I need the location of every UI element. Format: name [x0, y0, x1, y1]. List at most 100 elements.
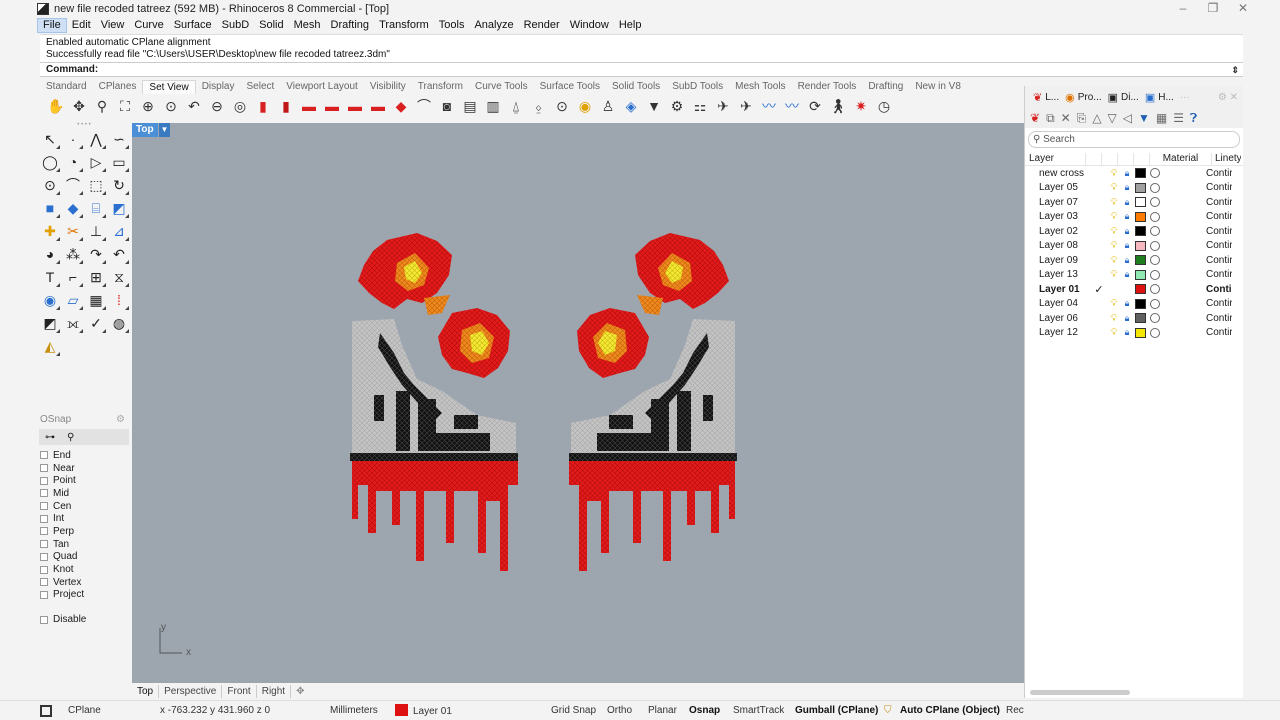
- zoom-target-icon[interactable]: ◎: [230, 96, 250, 116]
- toolbar-tab-viewport-layout[interactable]: Viewport Layout: [280, 80, 364, 94]
- lock-icon[interactable]: 🔒︎: [1121, 211, 1133, 222]
- column-linetype[interactable]: Linety: [1211, 153, 1241, 165]
- split-icon[interactable]: ⊥: [85, 220, 107, 242]
- layer-name[interactable]: Layer 04: [1025, 298, 1091, 309]
- menu-surface[interactable]: Surface: [169, 18, 217, 33]
- layer-row[interactable]: Layer 02 💡︎ 🔒︎ Contir: [1025, 224, 1243, 239]
- layer-row[interactable]: Layer 01✓ Contir: [1025, 282, 1243, 297]
- layer-linetype[interactable]: Contir: [1206, 226, 1232, 237]
- status-ortho[interactable]: Ortho: [607, 704, 632, 718]
- status-auto-cplane[interactable]: Auto CPlane (Object): [900, 704, 1000, 718]
- mirror-icon[interactable]: ⧖: [108, 266, 130, 288]
- toolbar-tab-curve-tools[interactable]: Curve Tools: [469, 80, 534, 94]
- box-solid-icon[interactable]: ■: [39, 197, 61, 219]
- polyline-icon[interactable]: ⋀: [85, 128, 107, 150]
- right-car-icon[interactable]: ▬: [322, 96, 342, 116]
- bottom-car-icon[interactable]: ▬: [368, 96, 388, 116]
- zoom-out-icon[interactable]: ⊖: [207, 96, 227, 116]
- checkbox[interactable]: [40, 464, 48, 473]
- curve-icon[interactable]: ∽: [108, 128, 130, 150]
- undo-view-icon[interactable]: ↶: [184, 96, 204, 116]
- render-icon[interactable]: ◍: [108, 312, 130, 334]
- layer-linetype[interactable]: Contir: [1206, 327, 1232, 338]
- layer-linetype[interactable]: Contir: [1206, 298, 1232, 309]
- toolbar-tab-set-view[interactable]: Set View: [142, 80, 196, 94]
- select-icon[interactable]: ↖: [39, 128, 61, 150]
- zoom-window-icon[interactable]: ⊕: [138, 96, 158, 116]
- filter-icon[interactable]: ▼: [1138, 111, 1150, 125]
- grid-capture-icon[interactable]: ⚏: [690, 96, 710, 116]
- add-viewport-icon[interactable]: ✥: [291, 685, 309, 698]
- extrude-icon[interactable]: ◩: [108, 197, 130, 219]
- viewport-tab-perspective[interactable]: Perspective: [159, 685, 223, 698]
- layer-row[interactable]: Layer 08 💡︎ 🔒︎ Contir: [1025, 239, 1243, 254]
- status-grid-snap[interactable]: Grid Snap: [551, 704, 596, 718]
- jet-icon[interactable]: ✈: [736, 96, 756, 116]
- material-circle-icon[interactable]: [1150, 298, 1160, 309]
- command-line[interactable]: Command: ⇕: [40, 62, 1243, 77]
- help-circle-icon[interactable]: ❓︎: [1190, 111, 1197, 126]
- toolbar-tab-standard[interactable]: Standard: [40, 80, 93, 94]
- panel-toggle-icon[interactable]: [40, 705, 52, 717]
- layer-linetype[interactable]: Contir: [1206, 168, 1232, 179]
- move-up-icon[interactable]: △: [1092, 111, 1101, 125]
- grid-plane-icon[interactable]: ⏥: [62, 289, 84, 311]
- status-record[interactable]: Rec: [1006, 704, 1024, 718]
- osnap-cen[interactable]: Cen: [37, 500, 131, 513]
- clock-icon[interactable]: ◷: [874, 96, 894, 116]
- lock-icon[interactable]: 🔒︎: [1121, 327, 1133, 338]
- menu-tools[interactable]: Tools: [434, 18, 470, 33]
- spiral-icon[interactable]: ↻: [108, 174, 130, 196]
- command-history-toggle-icon[interactable]: ⇕: [1231, 64, 1239, 77]
- layer-color-swatch[interactable]: [1135, 269, 1146, 280]
- menu-render[interactable]: Render: [519, 18, 565, 33]
- toolbar-tab-display[interactable]: Display: [196, 80, 241, 94]
- lock-icon[interactable]: 🔒︎: [1121, 313, 1133, 324]
- menu-drafting[interactable]: Drafting: [326, 18, 375, 33]
- lock-icon[interactable]: 🔒︎: [1121, 298, 1133, 309]
- lightbulb-icon[interactable]: 💡︎: [1107, 255, 1121, 266]
- layer-color-swatch[interactable]: [1135, 298, 1146, 309]
- toolbar-tab-visibility[interactable]: Visibility: [364, 80, 412, 94]
- layer-color-swatch[interactable]: [1135, 182, 1146, 193]
- lightbulb-icon[interactable]: 💡︎: [1107, 226, 1121, 237]
- gear-icon[interactable]: ⚙: [116, 413, 125, 427]
- status-units[interactable]: Millimeters: [330, 704, 378, 718]
- panel-tab-help[interactable]: ▣ H...: [1145, 91, 1174, 104]
- close-button[interactable]: ✕: [1228, 0, 1258, 17]
- plane-icon[interactable]: ✈: [713, 96, 733, 116]
- layer-color-swatch[interactable]: [1135, 313, 1146, 324]
- osnap-tab-filter-icon[interactable]: ⚲: [67, 432, 74, 443]
- checkbox[interactable]: [40, 502, 48, 511]
- osnap-end[interactable]: End: [37, 449, 131, 462]
- toolbar-tab-cplanes[interactable]: CPlanes: [93, 80, 143, 94]
- lock-icon[interactable]: 🔒︎: [1121, 240, 1133, 251]
- layer-linetype[interactable]: Contir: [1206, 240, 1232, 251]
- menu-file[interactable]: File: [37, 17, 67, 33]
- menu-icon[interactable]: ☰: [1173, 111, 1184, 125]
- top-car-icon[interactable]: ▬: [345, 96, 365, 116]
- layer-row[interactable]: Layer 12 💡︎ 🔒︎ Contir: [1025, 326, 1243, 341]
- polygon-icon[interactable]: ▷: [85, 151, 107, 173]
- layer-linetype[interactable]: Contir: [1206, 211, 1232, 222]
- layer-color-swatch[interactable]: [1135, 197, 1146, 208]
- osnap-mid[interactable]: Mid: [37, 487, 131, 500]
- lightbulb-icon[interactable]: 💡︎: [1107, 168, 1121, 179]
- osnap-disable[interactable]: Disable: [37, 613, 131, 626]
- status-cplane[interactable]: CPlane: [68, 704, 101, 718]
- checkbox[interactable]: [40, 565, 48, 574]
- more-tabs[interactable]: ···: [1180, 92, 1190, 103]
- camera-lens-icon[interactable]: ⌒: [414, 96, 434, 116]
- zoom-selected-icon[interactable]: ⊙: [161, 96, 181, 116]
- text-icon[interactable]: T: [39, 266, 61, 288]
- layer-search-input[interactable]: ⚲ Search: [1028, 131, 1240, 148]
- plan-view-icon[interactable]: ⍙: [506, 96, 526, 116]
- osnap-vertex[interactable]: Vertex: [37, 576, 131, 589]
- layer-row[interactable]: new cross 💡︎ 🔒︎ Contir: [1025, 166, 1243, 181]
- toolbar-tab-solid-tools[interactable]: Solid Tools: [606, 80, 666, 94]
- lightbulb-icon[interactable]: 💡︎: [1107, 269, 1121, 280]
- column-current[interactable]: [1085, 153, 1101, 165]
- pan-icon[interactable]: ✋: [46, 96, 66, 116]
- fillet-curve-icon[interactable]: ⌒: [62, 174, 84, 196]
- osnap-quad[interactable]: Quad: [37, 551, 131, 564]
